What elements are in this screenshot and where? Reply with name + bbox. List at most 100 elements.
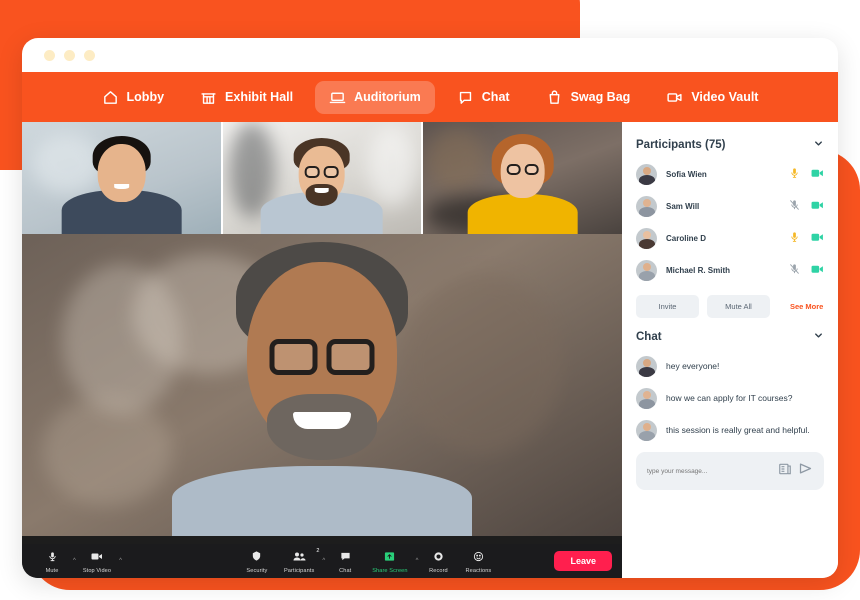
thumbnail-participant-2[interactable] [220,122,422,234]
toolbar-security-button[interactable]: Security [237,549,277,574]
nav-item-auditorium[interactable]: Auditorium [315,80,435,114]
see-more-link[interactable]: See More [790,302,823,311]
chevron-down-icon-chat[interactable] [813,328,824,346]
thumbnail-row [22,122,623,234]
chat-message: how we can apply for IT courses? [636,388,824,409]
nav-label-auditorium: Auditorium [354,90,421,104]
participants-title: Participants (75) [636,139,726,151]
participants-header: Participants (75) [636,136,824,154]
reactions-icon [473,549,484,567]
avatar [636,164,657,185]
chat-message-text: hey everyone! [666,361,720,371]
toolbar-chat-button[interactable]: Chat [325,549,365,574]
chat-title: Chat [636,331,662,343]
participant-status-icons [789,166,824,184]
chat-message-text: how we can apply for IT courses? [666,393,793,403]
participant-row[interactable]: Sofia Wien [636,164,824,185]
invite-button[interactable]: Invite [636,295,699,318]
chat-header: Chat [636,328,824,346]
toolbar-stop-video-button[interactable]: Stop Video [76,549,118,574]
toolbar-label-share-screen: Share Screen [372,567,408,574]
toolbar-label-mute: Mute [45,567,59,574]
record-icon [433,549,444,567]
mute-all-button[interactable]: Mute All [707,295,770,318]
video-on-icon[interactable] [811,230,824,248]
chat-message: this session is really great and helpful… [636,420,824,441]
participants-count-badge: 2 [316,547,320,554]
window-dot-close[interactable] [44,49,55,61]
chat-message-input[interactable] [647,467,772,475]
thumbnail-participant-3[interactable] [421,122,623,234]
participant-status-icons [789,230,824,248]
window-dot-minimize[interactable] [64,49,75,61]
toolbar-label-record: Record [429,567,448,574]
chat-bubble-icon [457,89,474,106]
main-speaker-video[interactable] [22,234,622,536]
video-camera-icon [91,549,103,567]
participant-row[interactable]: Michael R. Smith [636,260,824,281]
toolbar-label-participants: Participants [283,567,315,574]
toolbar-reactions-button[interactable]: Reactions [458,549,498,574]
window-content: Mute ^ Stop Video ^ Security 2 Participa… [22,122,838,578]
meeting-toolbar: Mute ^ Stop Video ^ Security 2 Participa… [22,544,622,578]
video-on-icon[interactable] [811,262,824,280]
nav-item-swag-bag[interactable]: Swag Bag [532,81,645,114]
thumbnail-participant-1[interactable] [22,122,221,234]
toolbar-label-stop-video: Stop Video [82,567,112,574]
chat-composer [636,452,824,490]
document-icon[interactable] [778,462,792,481]
storefront-icon [200,89,217,106]
avatar [636,260,657,281]
nav-label-chat: Chat [481,90,510,104]
avatar [636,228,657,249]
participant-name: Michael R. Smith [666,266,731,275]
participants-actions: Invite Mute All See More [636,295,824,318]
chat-message-text: this session is really great and helpful… [666,425,810,435]
toolbar-participants-button[interactable]: 2 Participants [277,547,321,574]
toolbar-label-chat: Chat [339,567,352,574]
chevron-up-icon-video[interactable]: ^ [119,558,122,564]
window-dot-maximize[interactable] [84,49,95,61]
window-titlebar [22,38,838,72]
shield-icon [251,549,262,567]
app-window: Lobby Exhibit Hall Auditorium Chat Swag … [22,38,838,578]
participant-name: Sofia Wien [666,170,707,179]
toolbar-label-security: Security [246,567,268,574]
participant-name: Caroline D [666,234,707,243]
avatar [636,356,657,377]
toolbar-group-share-screen: Share Screen ^ [365,549,418,574]
toolbar-group-mute: Mute ^ [32,549,76,574]
nav-item-lobby[interactable]: Lobby [88,81,179,114]
microphone-muted-icon[interactable] [789,262,800,280]
laptop-icon [329,89,346,106]
video-on-icon[interactable] [811,198,824,216]
nav-label-swag-bag: Swag Bag [570,90,631,104]
chat-message: hey everyone! [636,356,824,377]
participant-row[interactable]: Caroline D [636,228,824,249]
send-icon[interactable] [798,461,813,481]
participant-status-icons [789,198,824,216]
microphone-on-icon[interactable] [789,230,800,248]
participant-name: Sam Will [666,202,700,211]
video-camera-icon [666,89,683,106]
chevron-down-icon-participants[interactable] [813,136,824,154]
microphone-on-icon[interactable] [789,166,800,184]
video-on-icon[interactable] [811,166,824,184]
leave-meeting-button[interactable]: Leave [554,551,612,571]
participants-icon [293,549,306,567]
share-screen-icon [384,549,395,567]
toolbar-group-stop-video: Stop Video ^ [76,549,122,574]
nav-item-exhibit-hall[interactable]: Exhibit Hall [186,81,307,114]
toolbar-record-button[interactable]: Record [418,549,458,574]
microphone-muted-icon[interactable] [789,198,800,216]
avatar [636,388,657,409]
toolbar-share-screen-button[interactable]: Share Screen [365,549,414,574]
nav-label-exhibit-hall: Exhibit Hall [225,90,294,104]
nav-item-chat[interactable]: Chat [443,81,524,114]
participant-row[interactable]: Sam Will [636,196,824,217]
meeting-stage: Mute ^ Stop Video ^ Security 2 Participa… [22,122,623,578]
home-icon [102,89,119,106]
toolbar-label-reactions: Reactions [465,567,492,574]
nav-item-video-vault[interactable]: Video Vault [652,81,772,114]
toolbar-mute-button[interactable]: Mute [32,549,72,574]
